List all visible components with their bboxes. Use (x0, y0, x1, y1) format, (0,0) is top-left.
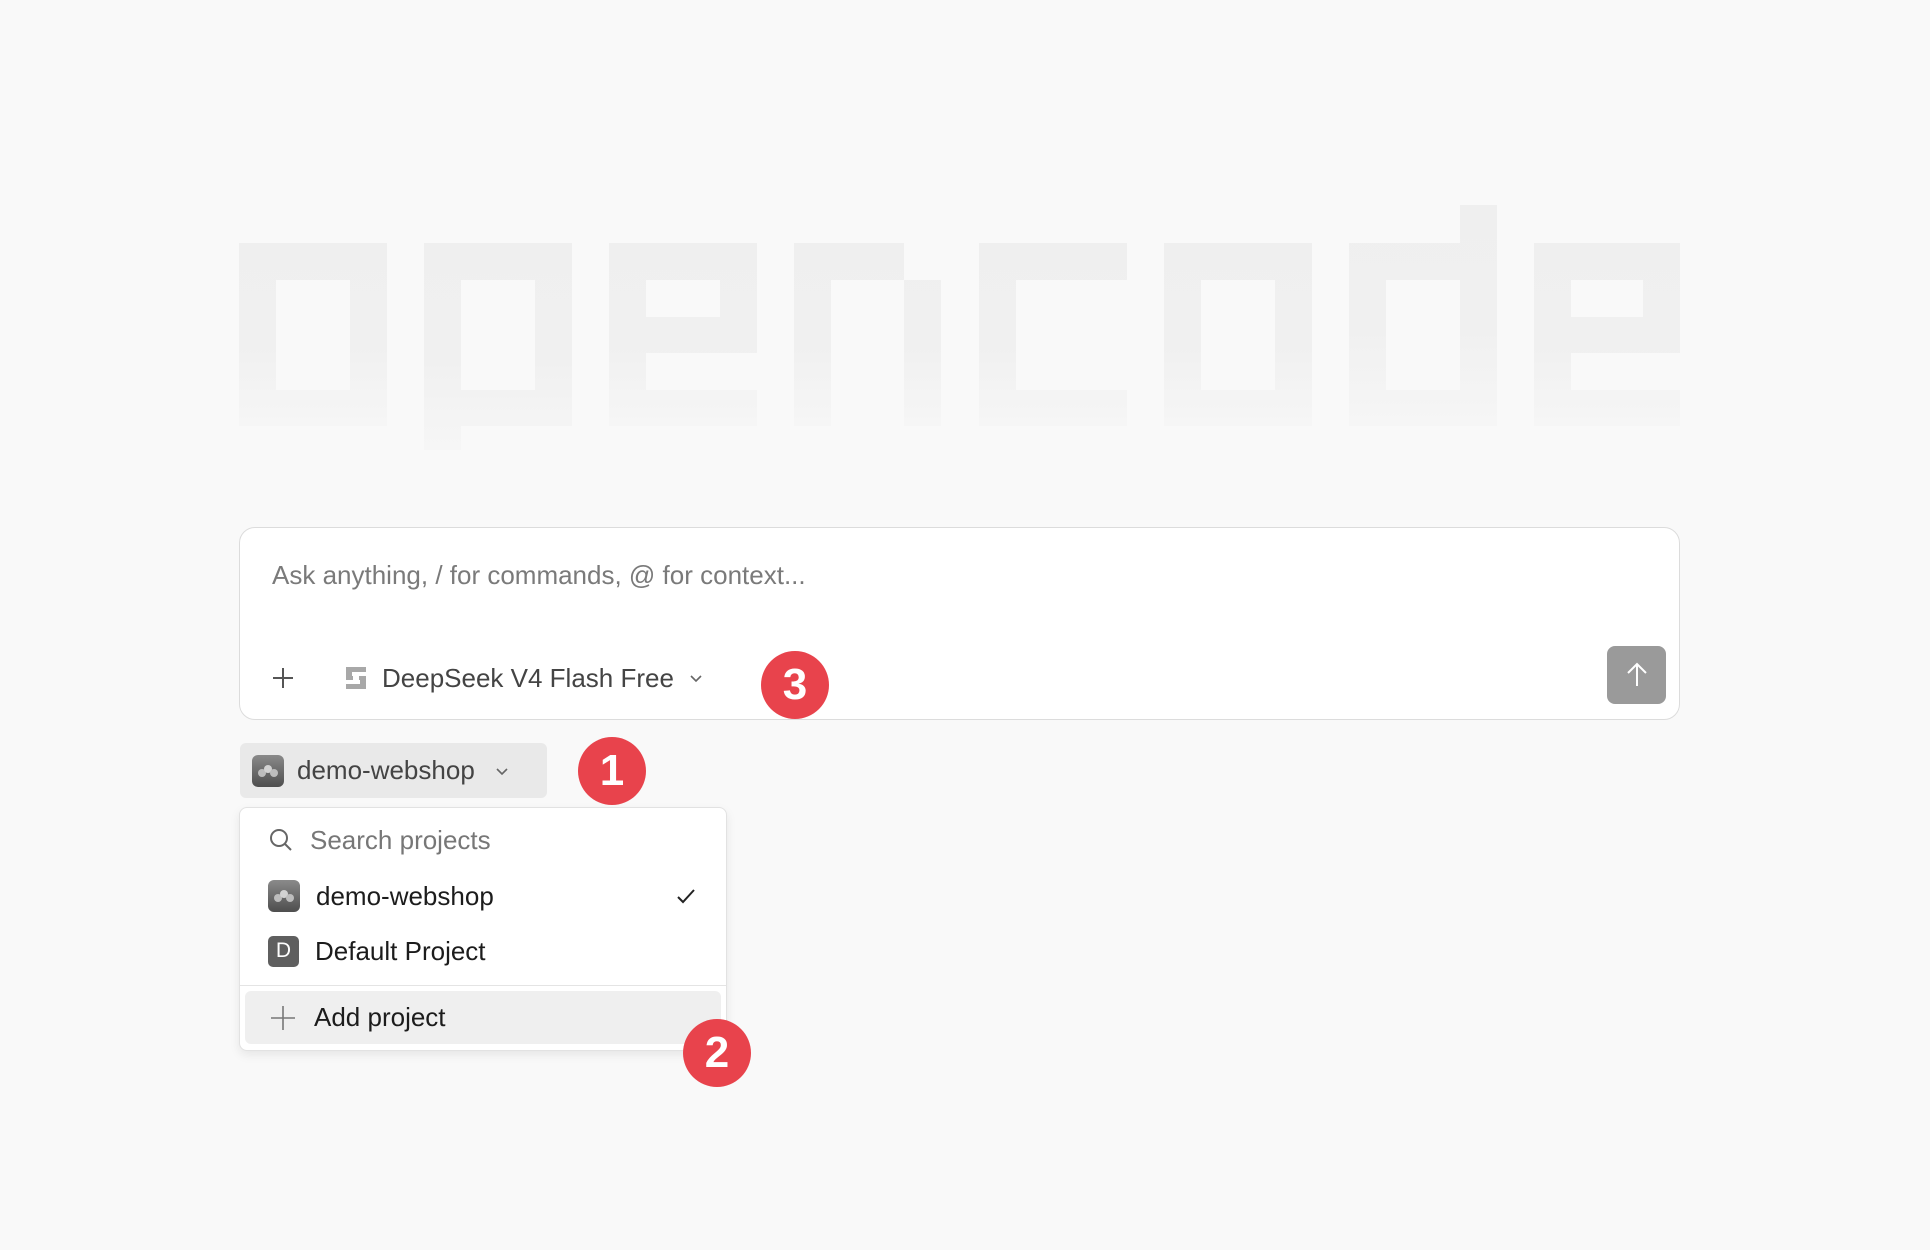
annotation-badge-3: 3 (761, 651, 829, 719)
project-avatar (268, 880, 300, 912)
chevron-down-icon (690, 675, 702, 683)
send-button[interactable] (1607, 646, 1666, 704)
project-initial-avatar: D (268, 935, 299, 967)
add-project-button[interactable]: Add project (245, 991, 721, 1044)
model-label: DeepSeek V4 Flash Free (382, 662, 674, 693)
checkmark-icon (677, 889, 695, 904)
project-selector-button[interactable]: demo-webshop (240, 743, 547, 798)
project-search-input[interactable] (310, 824, 690, 856)
chevron-down-icon (496, 767, 508, 775)
provider-logo-icon (346, 667, 366, 689)
prompt-composer: DeepSeek V4 Flash Free (239, 527, 1680, 720)
project-search (240, 814, 726, 866)
project-option-label: demo-webshop (316, 880, 494, 911)
project-logo-icon (258, 764, 278, 777)
project-avatar (252, 754, 284, 787)
dropdown-divider (240, 985, 726, 986)
prompt-input[interactable] (272, 560, 1572, 591)
project-logo-icon (274, 890, 294, 902)
plus-icon (273, 668, 293, 688)
arrow-up-icon (1626, 662, 1647, 686)
add-attachment-button[interactable] (265, 660, 301, 696)
annotation-badge-1: 1 (578, 737, 646, 805)
opencode-logo (239, 205, 1680, 450)
annotation-badge-2: 2 (683, 1019, 751, 1087)
project-option-default-project[interactable]: D Default Project (240, 925, 726, 977)
add-project-label: Add project (314, 1002, 446, 1032)
project-dropdown: demo-webshop D Default Project Add proje… (239, 807, 727, 1051)
project-option-demo-webshop[interactable]: demo-webshop (240, 870, 726, 922)
plus-icon (271, 1005, 295, 1030)
project-option-label: Default Project (315, 935, 486, 966)
search-icon (270, 829, 292, 851)
model-selector[interactable]: DeepSeek V4 Flash Free (344, 659, 704, 697)
project-selector-label: demo-webshop (297, 755, 475, 785)
